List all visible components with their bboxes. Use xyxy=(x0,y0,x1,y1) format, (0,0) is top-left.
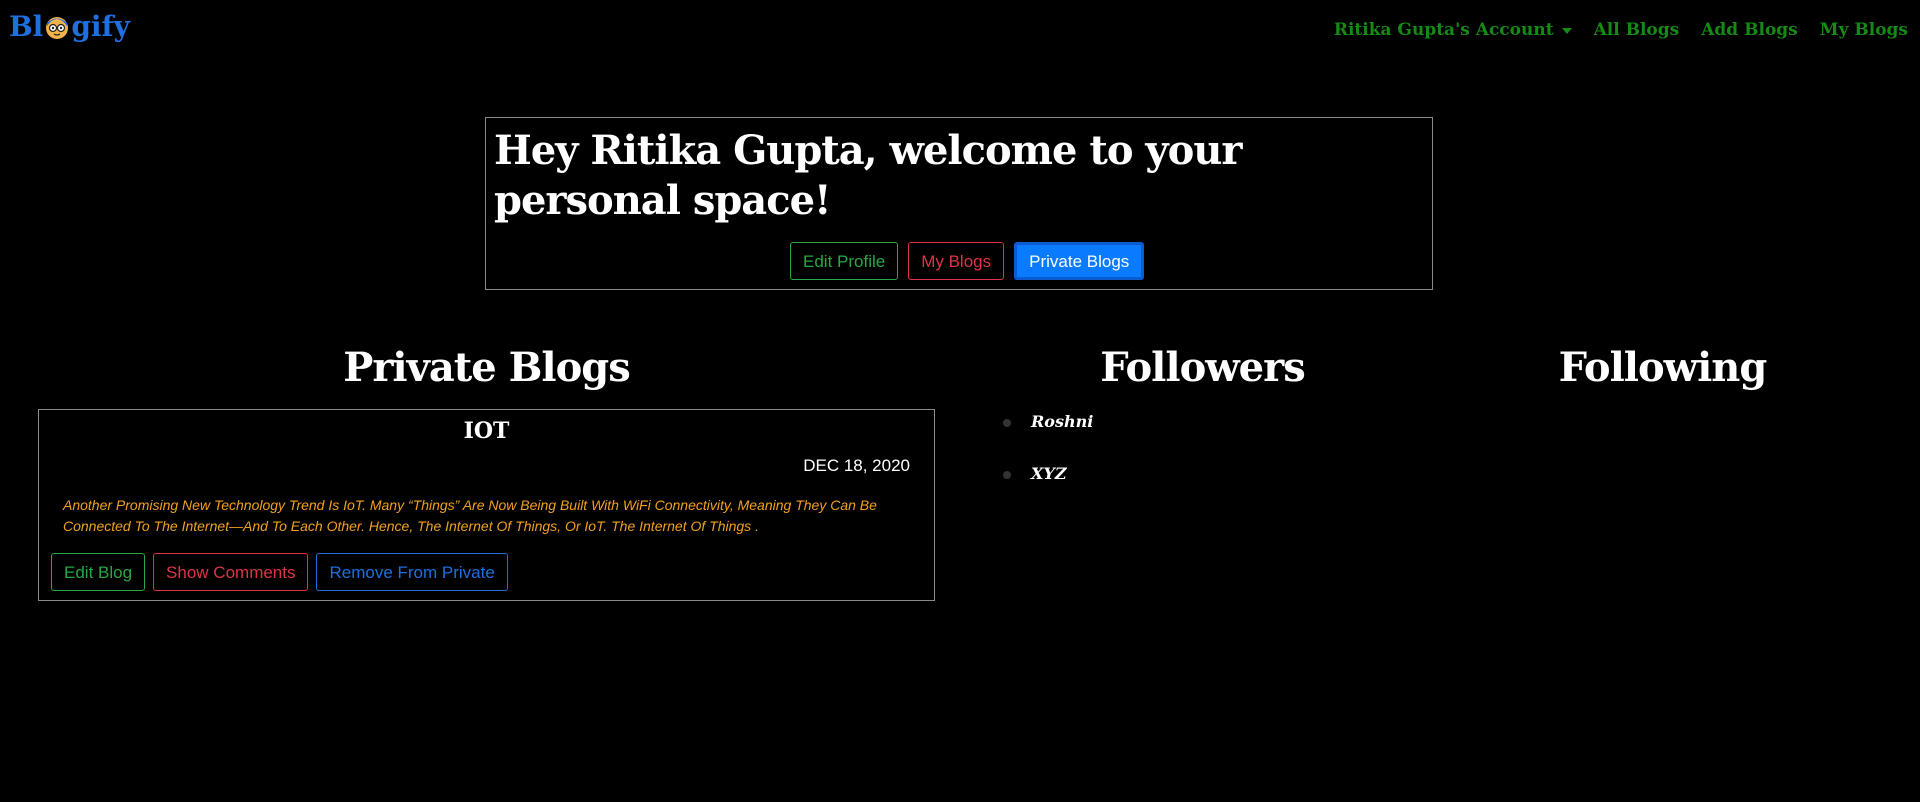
blog-title: IOT xyxy=(463,418,510,444)
welcome-box: Hey Ritika Gupta, welcome to your person… xyxy=(485,117,1433,290)
blog-card: IOT DEC 18, 2020 Another Promising New T… xyxy=(38,409,935,601)
welcome-heading: Hey Ritika Gupta, welcome to your person… xyxy=(494,127,1243,224)
nav-links: Ritika Gupta's Account All Blogs Add Blo… xyxy=(1334,20,1908,40)
list-item[interactable]: XYZ xyxy=(1003,464,1093,516)
nav-account-dropdown[interactable]: Ritika Gupta's Account xyxy=(1334,20,1572,40)
private-blogs-button[interactable]: Private Blogs xyxy=(1014,242,1145,280)
nav-account-label: Ritika Gupta's Account xyxy=(1333,20,1554,40)
follower-name: XYZ xyxy=(1031,464,1067,483)
nav-all-blogs[interactable]: All Blogs xyxy=(1594,20,1680,40)
list-item[interactable]: Roshni xyxy=(1003,412,1093,464)
follower-name: Roshni xyxy=(1031,412,1094,431)
edit-profile-button[interactable]: Edit Profile xyxy=(790,242,899,280)
blog-date: DEC 18, 2020 xyxy=(803,456,910,475)
bullet-icon xyxy=(1003,471,1011,479)
my-blogs-button[interactable]: My Blogs xyxy=(908,242,1005,280)
face-mascot-icon xyxy=(44,14,70,40)
brand-logo[interactable]: Bl gify xyxy=(9,10,130,43)
brand-prefix: Bl xyxy=(9,10,44,43)
nav-add-blogs[interactable]: Add Blogs xyxy=(1701,20,1798,40)
followers-list: Roshni XYZ xyxy=(1003,412,1093,516)
nav-my-blogs[interactable]: My Blogs xyxy=(1820,20,1908,40)
blog-description: Another Promising New Technology Trend I… xyxy=(63,497,877,534)
private-blogs-title: Private Blogs xyxy=(343,344,631,391)
navbar: Bl gify Ritika Gupta's Account All Blogs… xyxy=(0,0,1920,64)
brand-suffix: gify xyxy=(71,10,130,43)
followers-title: Followers xyxy=(1100,344,1305,391)
show-comments-button[interactable]: Show Comments xyxy=(153,553,309,591)
remove-from-private-button[interactable]: Remove From Private xyxy=(316,553,508,591)
blog-actions: Edit Blog Show Comments Remove From Priv… xyxy=(51,553,508,591)
edit-blog-button[interactable]: Edit Blog xyxy=(51,553,146,591)
caret-down-icon xyxy=(1561,27,1572,34)
profile-actions: Edit Profile My Blogs Private Blogs xyxy=(790,242,1145,280)
following-title: Following xyxy=(1558,344,1768,391)
bullet-icon xyxy=(1003,419,1011,427)
